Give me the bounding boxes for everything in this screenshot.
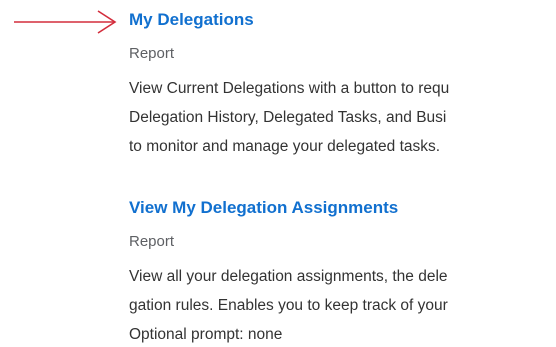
result-description-line: gation rules. Enables you to keep track …	[129, 297, 448, 314]
result-title-link[interactable]: My Delegations	[129, 8, 556, 32]
result-description: View Current Delegations with a button t…	[129, 74, 556, 161]
result-item-view-my-delegation-assignments: View My Delegation Assignments Report Vi…	[129, 196, 556, 347]
result-type-label: Report	[129, 45, 175, 62]
result-description: View all your delegation assignments, th…	[129, 262, 556, 347]
arrow-right-icon	[14, 10, 117, 34]
result-description-line: Delegation History, Delegated Tasks, and…	[129, 109, 447, 126]
search-results: My Delegations Report View Current Deleg…	[129, 0, 556, 347]
result-description-line: Optional prompt: none	[129, 326, 283, 343]
result-type-label: Report	[129, 233, 175, 250]
result-description-line: to monitor and manage your delegated tas…	[129, 138, 441, 155]
result-description-line: View Current Delegations with a button t…	[129, 80, 450, 97]
result-title-link[interactable]: View My Delegation Assignments	[129, 196, 556, 220]
result-item-my-delegations: My Delegations Report View Current Deleg…	[129, 8, 556, 161]
result-description-line: View all your delegation assignments, th…	[129, 268, 448, 285]
